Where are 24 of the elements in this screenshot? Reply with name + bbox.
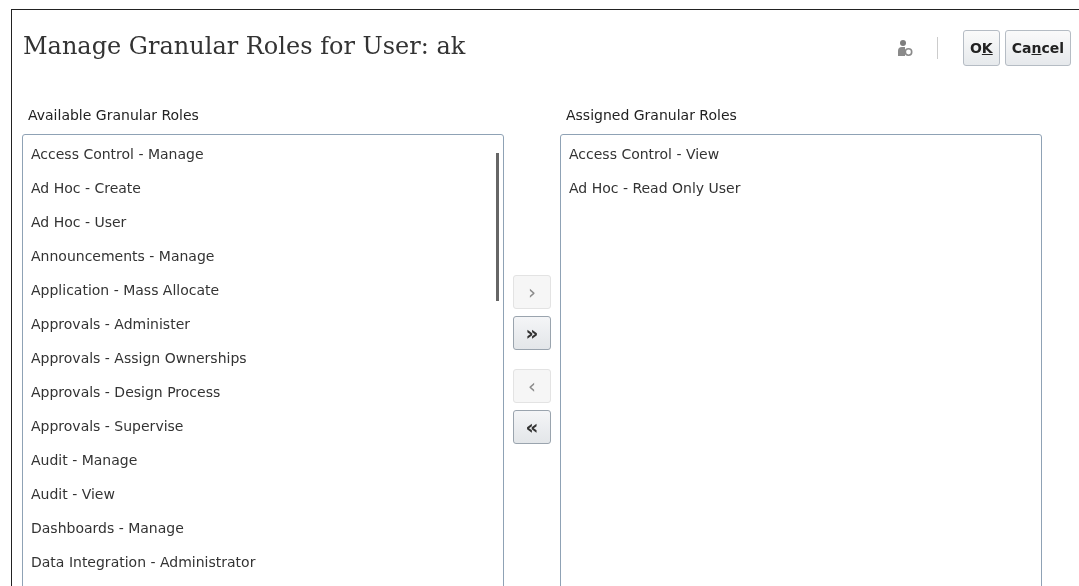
list-item[interactable]: Ad Hoc - Read Only User: [569, 180, 741, 196]
list-item[interactable]: Approvals - Supervise: [31, 418, 184, 434]
ok-button[interactable]: OK: [962, 30, 1000, 66]
move-button[interactable]: »: [513, 316, 551, 350]
list-item[interactable]: Approvals - Assign Ownerships: [31, 350, 247, 366]
cancel-button[interactable]: Cancel: [1004, 30, 1071, 66]
list-item[interactable]: Dashboards - Manage: [31, 520, 184, 536]
list-item[interactable]: Audit - View: [31, 486, 115, 502]
list-item[interactable]: Approvals - Design Process: [31, 384, 221, 400]
list-item[interactable]: Ad Hoc - User: [31, 214, 127, 230]
dialog-title: Manage Granular Roles for User: ak: [23, 32, 467, 60]
list-item[interactable]: Access Control - Manage: [31, 146, 204, 162]
list-item[interactable]: Announcements - Manage: [31, 248, 215, 264]
list-label: Assigned Granular Roles: [566, 107, 738, 124]
move-button[interactable]: «: [513, 410, 551, 444]
list-item[interactable]: Access Control - View: [569, 146, 720, 162]
list-item[interactable]: Audit - Manage: [31, 452, 138, 468]
user-help-icon[interactable]: [896, 39, 913, 57]
list-item[interactable]: Ad Hoc - Create: [31, 180, 141, 196]
list-item[interactable]: Data Integration - Administrator: [31, 554, 256, 570]
scrollbar[interactable]: [496, 153, 499, 301]
list-item[interactable]: Approvals - Administer: [31, 316, 191, 332]
list-item[interactable]: Application - Mass Allocate: [31, 282, 220, 298]
list-label: Available Granular Roles: [28, 107, 200, 124]
